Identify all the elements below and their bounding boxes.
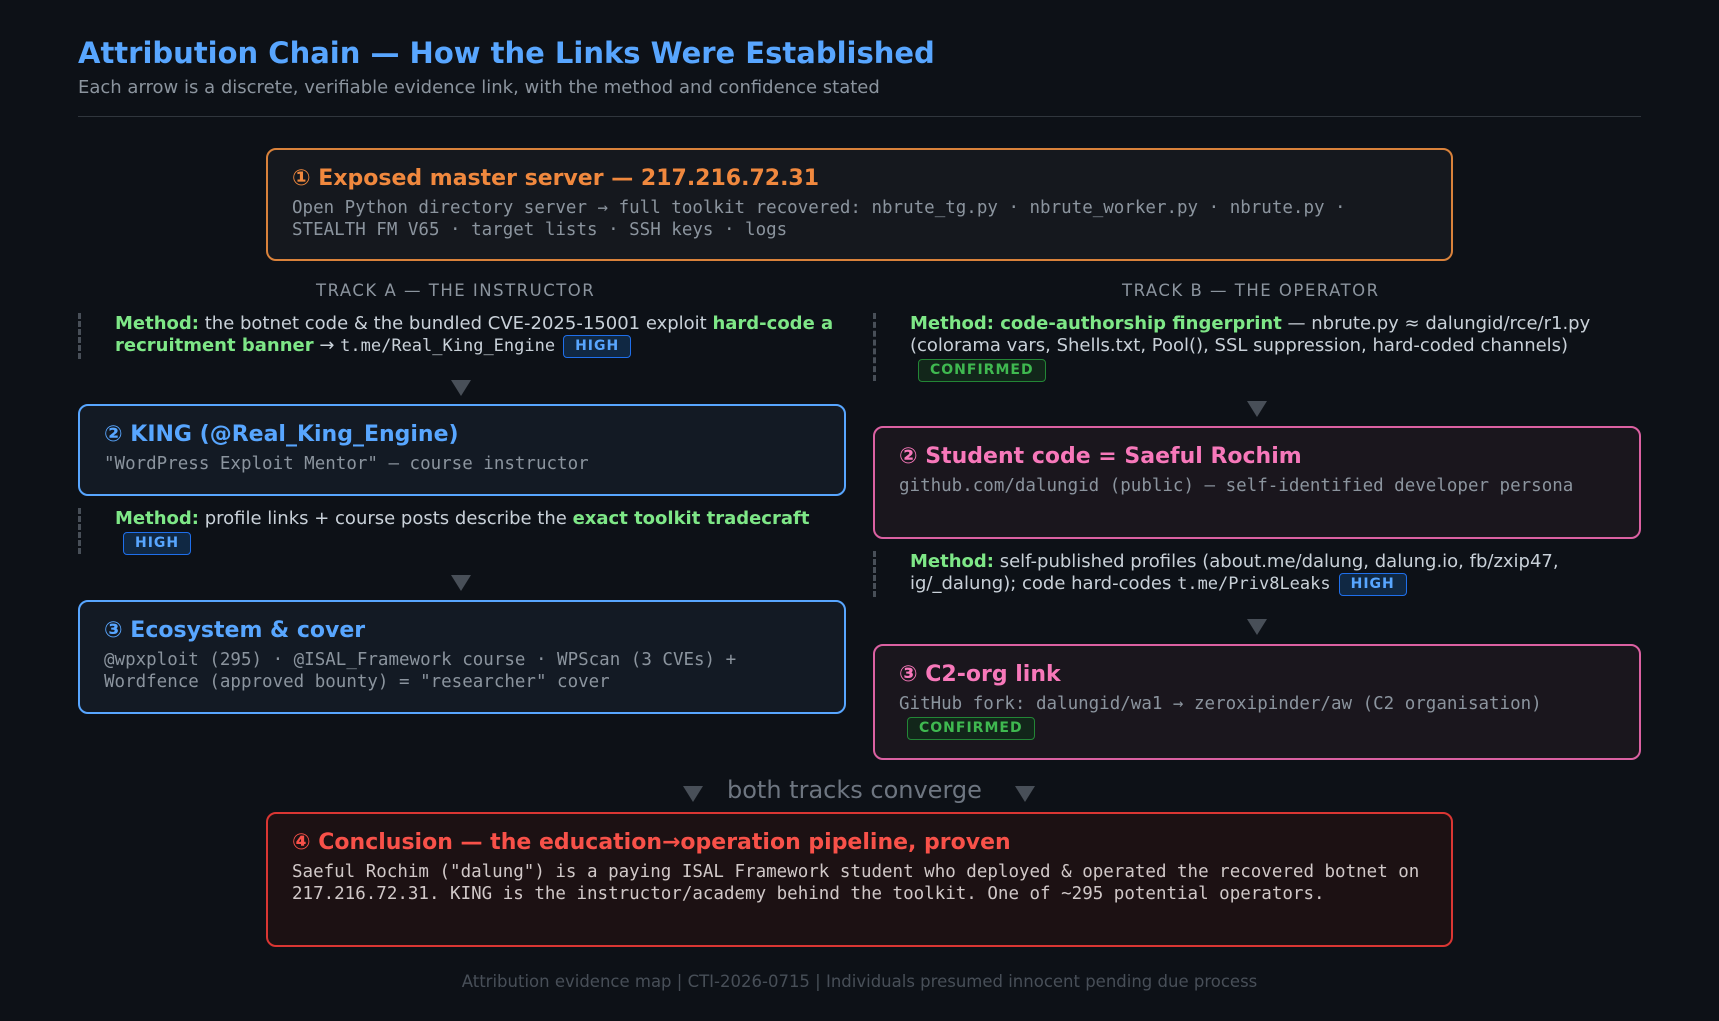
ecosystem-title: ③ Ecosystem & cover [104, 618, 366, 643]
track-a-method-1: Method: the botnet code & the bundled CV… [78, 313, 848, 359]
down-arrow-icon [1247, 401, 1267, 417]
page-subtitle: Each arrow is a discrete, verifiable evi… [78, 77, 880, 98]
method-label: Method: [910, 551, 994, 572]
student-box: ② Student code = Saeful Rochim github.co… [873, 426, 1641, 539]
master-server-box: ① Exposed master server — 217.216.72.31 … [266, 148, 1453, 261]
method-label: Method: [115, 313, 199, 334]
track-a-method-2: Method: profile links + course posts des… [78, 508, 848, 555]
confidence-badge-confirmed: CONFIRMED [907, 717, 1035, 740]
method-text: profile links + course posts describe th… [199, 508, 573, 529]
conclusion-title: ④ Conclusion — the education→operation p… [292, 830, 1011, 855]
track-b-label: TRACK B — THE OPERATOR [1122, 281, 1380, 300]
confidence-badge-confirmed: CONFIRMED [918, 359, 1046, 382]
method-label: Method: [115, 508, 199, 529]
track-b-method-2: Method: self-published profiles (about.m… [873, 551, 1641, 597]
c2-org-title: ③ C2-org link [899, 662, 1061, 687]
student-title: ② Student code = Saeful Rochim [899, 444, 1302, 469]
down-arrow-icon [1015, 786, 1035, 802]
method-telegram-link: t.me/Real_King_Engine [340, 336, 556, 356]
conclusion-body: Saeful Rochim ("dalung") is a paying ISA… [292, 862, 1420, 904]
down-arrow-icon [1247, 619, 1267, 635]
track-b-method-1: Method: code-authorship fingerprint — nb… [873, 313, 1641, 382]
down-arrow-icon [683, 786, 703, 802]
header-divider [78, 116, 1641, 117]
c2-org-body: GitHub fork: dalungid/wa1 → zeroxipinder… [899, 694, 1542, 714]
method-telegram-link: t.me/Priv8Leaks [1177, 574, 1331, 594]
confidence-badge-high: HIGH [563, 335, 632, 358]
ecosystem-body: @wpxploit (295) · @ISAL_Framework course… [104, 650, 737, 692]
conclusion-box: ④ Conclusion — the education→operation p… [266, 812, 1453, 947]
down-arrow-icon [451, 380, 471, 396]
king-title: ② KING (@Real_King_Engine) [104, 422, 459, 447]
king-box: ② KING (@Real_King_Engine) "WordPress Ex… [78, 404, 846, 496]
converge-label: both tracks converge [727, 776, 982, 804]
footer-note: Attribution evidence map | CTI-2026-0715… [461, 972, 1258, 991]
method-label: Method: code-authorship fingerprint [910, 313, 1282, 334]
student-body: github.com/dalungid (public) — self-iden… [899, 476, 1574, 496]
c2-org-box: ③ C2-org link GitHub fork: dalungid/wa1 … [873, 644, 1641, 760]
confidence-badge-high: HIGH [123, 532, 192, 555]
ecosystem-box: ③ Ecosystem & cover @wpxploit (295) · @I… [78, 600, 846, 714]
method-highlight: exact toolkit tradecraft [572, 508, 810, 529]
master-server-title: ① Exposed master server — 217.216.72.31 [292, 166, 820, 191]
method-text: the botnet code & the bundled CVE-2025-1… [199, 313, 713, 334]
page-title: Attribution Chain — How the Links Were E… [78, 36, 935, 70]
track-a-label: TRACK A — THE INSTRUCTOR [316, 281, 596, 300]
down-arrow-icon [451, 575, 471, 591]
confidence-badge-high: HIGH [1338, 573, 1407, 596]
master-server-body: Open Python directory server → full tool… [292, 198, 1346, 240]
king-body: "WordPress Exploit Mentor" — course inst… [104, 454, 589, 474]
method-text-arrow: → [313, 335, 341, 356]
